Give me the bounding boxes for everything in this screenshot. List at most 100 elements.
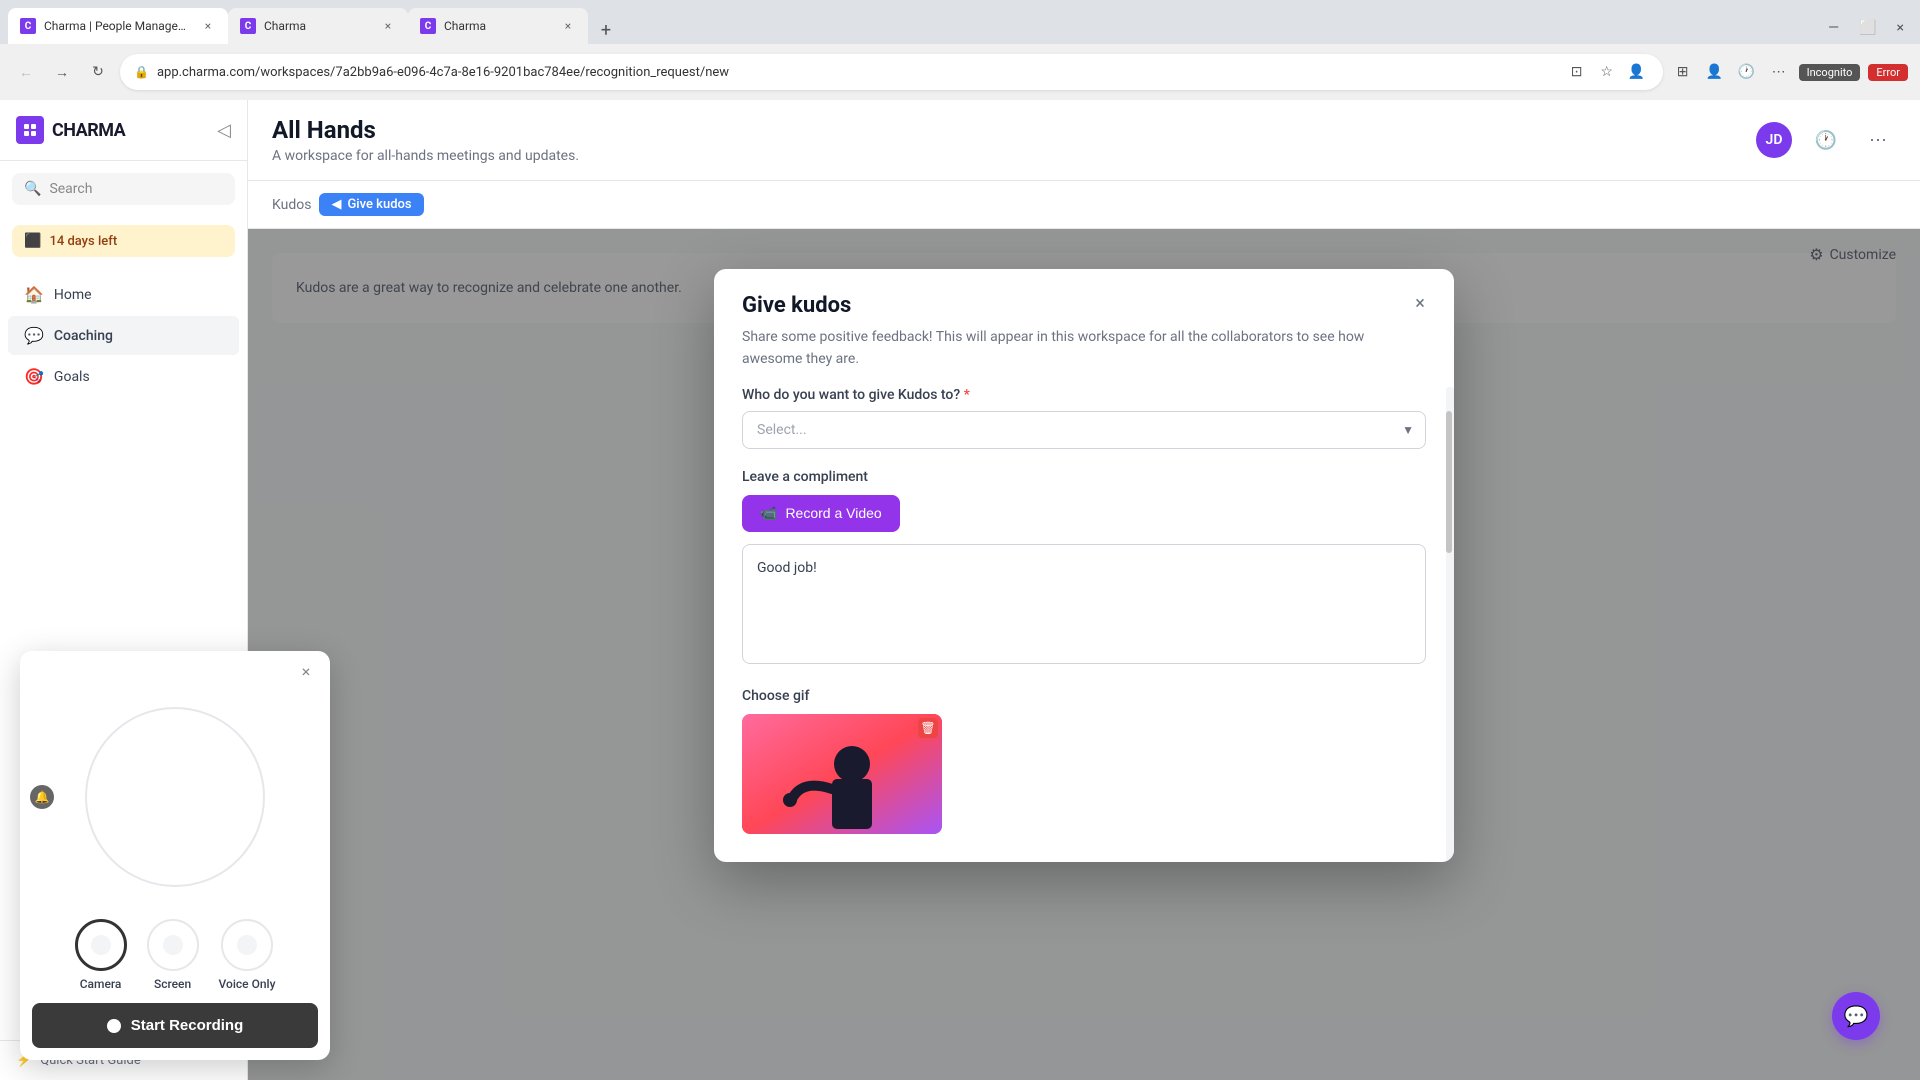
logo-icon	[16, 116, 44, 144]
cast-icon[interactable]: ⊡	[1565, 60, 1589, 84]
address-text: app.charma.com/workspaces/7a2bb9a6-e096-…	[157, 65, 1557, 80]
sidebar-item-goals-label: Goals	[54, 369, 90, 385]
more-header-icon[interactable]: ⋯	[1860, 122, 1896, 158]
required-marker: *	[964, 387, 970, 403]
chat-icon: 💬	[1844, 1004, 1869, 1028]
scroll-track	[1446, 387, 1454, 862]
widget-header: ×	[20, 651, 330, 687]
main-body: Kudos are a great way to recognize and c…	[248, 229, 1920, 1080]
record-video-icon: 📹	[760, 505, 777, 522]
logo: CHARMA	[16, 116, 125, 144]
recording-widget: × 🔔 Camera Screen Voice Only Start Recor…	[20, 651, 330, 1060]
who-form-group: Who do you want to give Kudos to? * Sele…	[742, 387, 1426, 449]
voice-only-control[interactable]: Voice Only	[219, 919, 276, 991]
page-title: All Hands	[272, 116, 579, 144]
sidebar-collapse-button[interactable]: ◁	[217, 120, 231, 141]
start-recording-label: Start Recording	[131, 1017, 244, 1034]
tab-close-3[interactable]: ×	[560, 18, 576, 34]
maximize-button[interactable]: ⬜	[1851, 16, 1884, 40]
search-bar[interactable]: 🔍 Search	[12, 173, 235, 205]
modal-dialog: Give kudos Share some positive feedback!…	[714, 269, 1454, 862]
camera-preview: 🔔	[20, 687, 330, 907]
minimize-button[interactable]: —	[1820, 16, 1847, 40]
start-recording-button[interactable]: Start Recording	[32, 1003, 318, 1048]
voice-only-label: Voice Only	[219, 977, 276, 991]
main-content: All Hands A workspace for all-hands meet…	[248, 100, 1920, 1080]
back-button[interactable]: ←	[12, 58, 40, 86]
tab-bar: C Charma | People Management ... × C Cha…	[0, 0, 1920, 44]
screen-button-inner	[163, 935, 183, 955]
sidebar-item-goals[interactable]: 🎯 Goals	[8, 357, 239, 396]
tab-favicon-3: C	[420, 18, 436, 34]
camera-button[interactable]	[75, 919, 127, 971]
select-placeholder: Select...	[757, 422, 807, 438]
tab-3[interactable]: C Charma ×	[408, 8, 588, 44]
camera-circle	[85, 707, 265, 887]
camera-label: Camera	[80, 977, 122, 991]
breadcrumb-parent: Kudos	[272, 197, 311, 213]
tab-1[interactable]: C Charma | People Management ... ×	[8, 8, 228, 44]
tab-label-3: Charma	[444, 19, 552, 33]
compliment-textarea[interactable]: Good job!	[742, 544, 1426, 664]
gif-preview: 🗑	[742, 714, 942, 834]
tab-label-2: Charma	[264, 19, 372, 33]
modal-title: Give kudos	[742, 293, 1426, 318]
record-video-button[interactable]: 📹 Record a Video	[742, 495, 900, 532]
reload-button[interactable]: ↻	[84, 58, 112, 86]
clock-header-icon[interactable]: 🕐	[1808, 122, 1844, 158]
profile-icon[interactable]: 👤	[1625, 60, 1649, 84]
screen-button[interactable]	[147, 919, 199, 971]
address-icons: ⊡ ☆ 👤	[1565, 60, 1649, 84]
tab-label-1: Charma | People Management ...	[44, 19, 192, 33]
breadcrumb-current[interactable]: ◀ Give kudos	[319, 193, 423, 216]
user-avatar[interactable]: JD	[1756, 122, 1792, 158]
clock-icon[interactable]: 🕐	[1735, 60, 1759, 84]
main-header: All Hands A workspace for all-hands meet…	[248, 100, 1920, 181]
compliment-label: Leave a compliment	[742, 469, 1426, 485]
browser-chrome: C Charma | People Management ... × C Cha…	[0, 0, 1920, 100]
extension-icon[interactable]: ⊞	[1671, 60, 1695, 84]
who-label: Who do you want to give Kudos to? *	[742, 387, 1426, 403]
search-icon: 🔍	[24, 181, 41, 197]
tab-close-1[interactable]: ×	[200, 18, 216, 34]
main-header-left: All Hands A workspace for all-hands meet…	[272, 116, 579, 164]
close-button[interactable]: ×	[1889, 16, 1912, 40]
record-video-label: Record a Video	[785, 505, 881, 521]
tab-favicon-2: C	[240, 18, 256, 34]
new-tab-button[interactable]: +	[592, 16, 620, 44]
modal-backdrop[interactable]: Give kudos Share some positive feedback!…	[248, 229, 1920, 1080]
voice-only-button[interactable]	[221, 919, 273, 971]
camera-control[interactable]: Camera	[75, 919, 127, 991]
chat-bubble-button[interactable]: 💬	[1832, 992, 1880, 1040]
modal-scrollbar[interactable]	[1446, 387, 1454, 862]
error-badge: Error	[1868, 64, 1908, 81]
gif-image[interactable]	[742, 714, 942, 834]
lock-icon: 🔒	[134, 65, 149, 79]
profile-avatar-icon[interactable]: 👤	[1703, 60, 1727, 84]
main-header-right: JD 🕐 ⋯	[1756, 122, 1896, 158]
modal-header: Give kudos Share some positive feedback!…	[714, 269, 1454, 387]
modal-close-button[interactable]: ×	[1406, 289, 1434, 317]
logo-text: CHARMA	[52, 120, 125, 141]
tab-close-2[interactable]: ×	[380, 18, 396, 34]
forward-button[interactable]: →	[48, 58, 76, 86]
gif-delete-button[interactable]: 🗑	[918, 718, 938, 738]
screen-control[interactable]: Screen	[147, 919, 199, 991]
star-icon[interactable]: ☆	[1595, 60, 1619, 84]
address-bar[interactable]: 🔒 app.charma.com/workspaces/7a2bb9a6-e09…	[120, 54, 1663, 90]
modal-body: Who do you want to give Kudos to? * Sele…	[714, 387, 1454, 862]
sidebar-item-coaching[interactable]: 💬 Coaching	[8, 316, 239, 355]
breadcrumb-bar: Kudos ◀ Give kudos	[248, 181, 1920, 229]
tab-2[interactable]: C Charma ×	[228, 8, 408, 44]
camera-button-inner	[91, 935, 111, 955]
sidebar-item-home[interactable]: 🏠 Home	[8, 275, 239, 314]
modal-description: Share some positive feedback! This will …	[742, 326, 1426, 371]
notification-indicator: 🔔	[30, 785, 54, 809]
coaching-icon: 💬	[24, 326, 44, 345]
recipient-select[interactable]: Select...	[742, 411, 1426, 449]
goals-icon: 🎯	[24, 367, 44, 386]
more-options-icon[interactable]: ⋯	[1767, 60, 1791, 84]
breadcrumb-chevron-icon: ◀	[331, 197, 341, 212]
widget-close-button[interactable]: ×	[294, 659, 318, 683]
page-subtitle: A workspace for all-hands meetings and u…	[272, 148, 579, 164]
